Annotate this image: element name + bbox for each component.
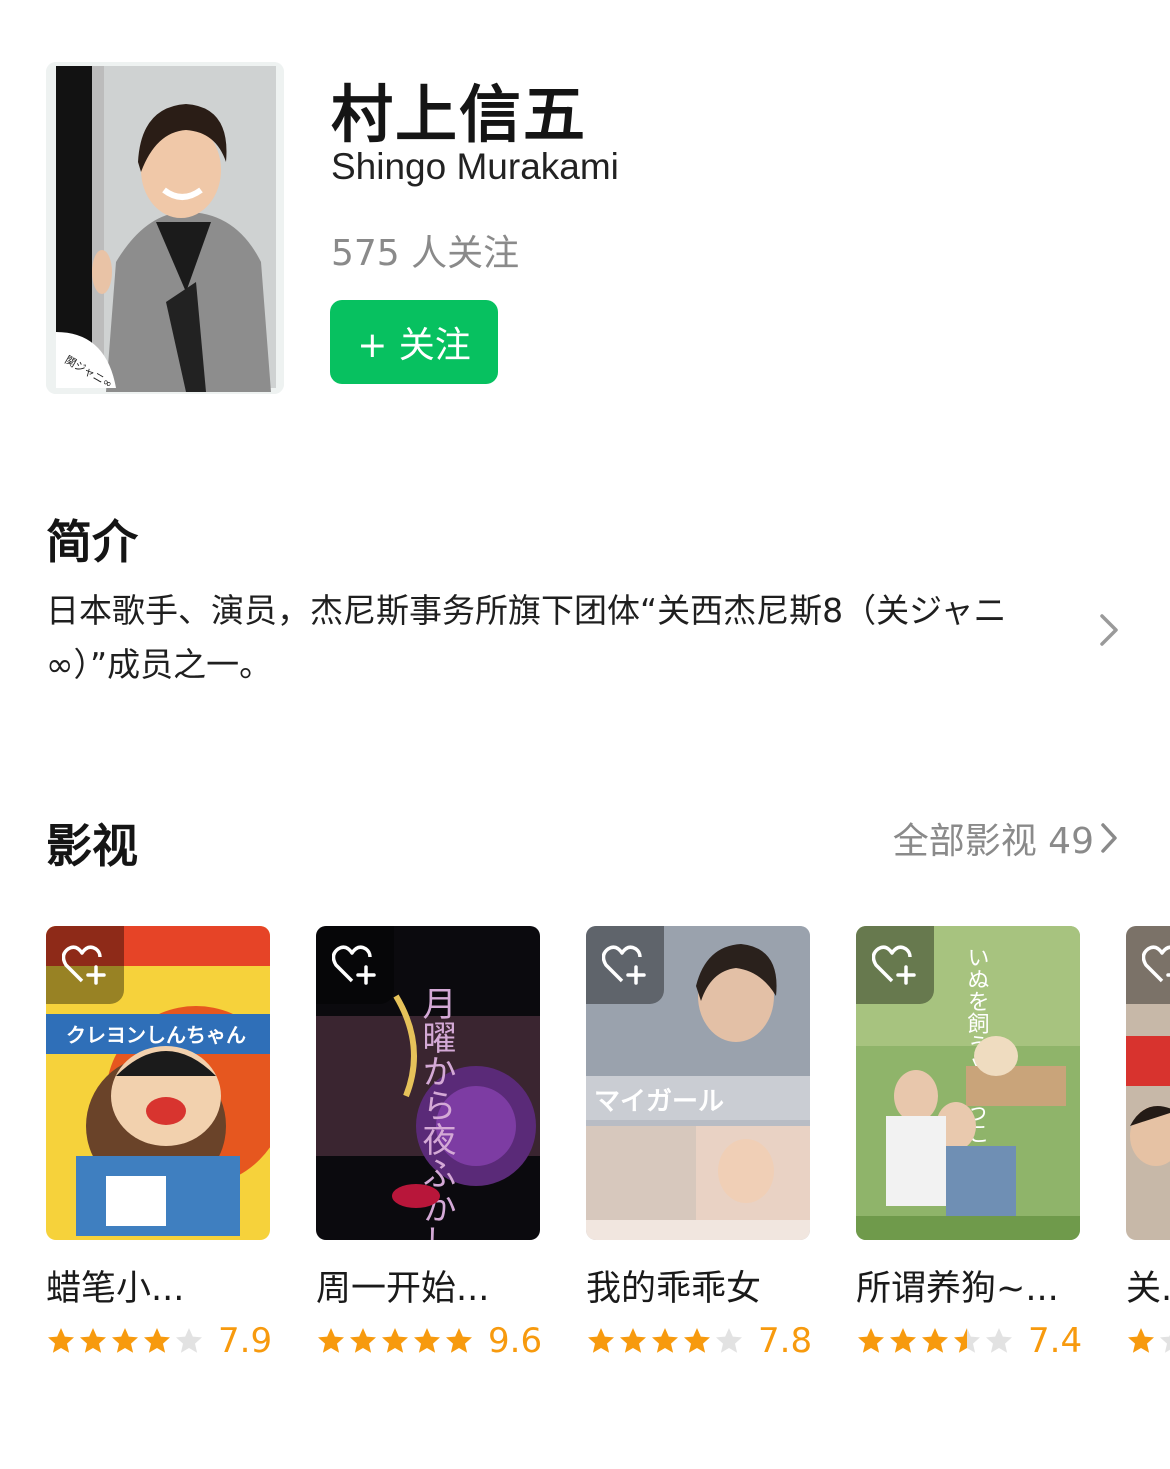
chevron-right-icon bbox=[1101, 823, 1117, 853]
movie-card[interactable]: クレヨンしんちゃん 蜡笔小... 7.9 bbox=[46, 926, 273, 1356]
movie-title: 周一开始... bbox=[316, 1269, 490, 1309]
star-rating bbox=[586, 1326, 744, 1356]
movie-score: 7.4 bbox=[1028, 1321, 1083, 1356]
star-icon bbox=[954, 1328, 980, 1353]
movie-rating bbox=[1126, 1321, 1170, 1356]
follower-count: 575 人关注 bbox=[331, 233, 520, 274]
movie-card[interactable]: マイガール 我的乖乖女 7.8 bbox=[586, 926, 813, 1356]
movie-title: 我的乖乖女 bbox=[586, 1269, 762, 1309]
movie-title: 所谓养狗~... bbox=[856, 1269, 1059, 1309]
movie-title: 蜡笔小... bbox=[46, 1269, 185, 1309]
wishlist-heart-plus-icon[interactable] bbox=[1126, 926, 1170, 1004]
star-icon bbox=[382, 1328, 408, 1353]
movie-poster: マイガール bbox=[586, 926, 810, 1240]
see-all-works-link[interactable]: 全部影视 49 bbox=[893, 812, 1118, 864]
star-icon bbox=[922, 1328, 948, 1353]
see-all-works-label: 全部影视 49 bbox=[892, 821, 1094, 862]
movie-score: 7.8 bbox=[758, 1321, 813, 1356]
poster-title-text: クレヨンしんちゃん bbox=[66, 1023, 246, 1047]
movie-card[interactable]: いぬを飼うということ 所谓养狗~... 7.4 bbox=[856, 926, 1083, 1356]
wishlist-heart-plus-icon[interactable] bbox=[316, 926, 394, 1004]
wishlist-heart-plus-icon[interactable] bbox=[856, 926, 934, 1004]
intro-heading: 简介 bbox=[46, 515, 138, 569]
chevron-right-icon[interactable] bbox=[1098, 612, 1120, 648]
star-icon bbox=[858, 1328, 884, 1353]
movie-poster: いぬを飼うということ bbox=[856, 926, 1080, 1240]
movie-poster: 月曜から夜ふかし bbox=[316, 926, 540, 1240]
movie-score: 9.6 bbox=[488, 1321, 543, 1356]
star-icon bbox=[620, 1328, 646, 1353]
star-icon bbox=[716, 1328, 742, 1353]
movie-rating: 7.8 bbox=[586, 1321, 813, 1356]
star-icon bbox=[1128, 1328, 1154, 1353]
star-icon bbox=[652, 1328, 678, 1353]
movie-rating: 7.9 bbox=[46, 1321, 273, 1356]
portrait-photo: 関ジャニ∞ bbox=[46, 62, 284, 394]
star-icon bbox=[588, 1328, 614, 1353]
star-icon bbox=[144, 1328, 170, 1353]
works-heading: 影视 bbox=[46, 819, 138, 873]
wishlist-heart-plus-icon[interactable] bbox=[586, 926, 664, 1004]
movie-score: 7.9 bbox=[218, 1321, 273, 1356]
person-name-english: Shingo Murakami bbox=[331, 146, 619, 187]
intro-text[interactable]: 日本歌手、演员，杰尼斯事务所旗下团体“关西杰尼斯8（关ジャニ∞）”成员之一。 bbox=[46, 584, 1076, 692]
poster-title-text: マイガール bbox=[594, 1087, 724, 1117]
movie-rating: 7.4 bbox=[856, 1321, 1083, 1356]
star-icon bbox=[1160, 1334, 1170, 1353]
star-icon bbox=[176, 1328, 202, 1353]
movie-card[interactable]: 关... bbox=[1126, 926, 1170, 1356]
star-rating bbox=[46, 1326, 204, 1356]
star-icon bbox=[414, 1328, 440, 1353]
wishlist-heart-plus-icon[interactable] bbox=[46, 926, 124, 1004]
person-name: 村上信五 bbox=[331, 78, 588, 151]
star-icon bbox=[318, 1328, 344, 1353]
star-icon bbox=[890, 1328, 916, 1353]
movie-poster bbox=[1126, 926, 1170, 1240]
star-icon bbox=[684, 1328, 710, 1353]
star-icon bbox=[112, 1328, 138, 1353]
follow-button[interactable]: + 关注 bbox=[330, 300, 498, 384]
movie-card[interactable]: 月曜から夜ふかし 周一开始... 9.6 bbox=[316, 926, 543, 1356]
movie-title: 关... bbox=[1126, 1269, 1170, 1309]
movie-rating: 9.6 bbox=[316, 1321, 543, 1356]
star-rating bbox=[316, 1326, 474, 1356]
star-icon bbox=[350, 1328, 376, 1353]
person-header: 関ジャニ∞ 村上信五 Shingo Murakami 575 人关注 + 关注 bbox=[0, 0, 1170, 420]
star-icon bbox=[446, 1328, 472, 1353]
star-rating bbox=[856, 1326, 1014, 1356]
star-icon bbox=[986, 1328, 1012, 1353]
star-icon bbox=[48, 1328, 74, 1353]
works-carousel[interactable]: クレヨンしんちゃん 蜡笔小... 7.9 月曜から夜ふかし 周一开始... 9.… bbox=[46, 926, 1170, 1356]
star-rating bbox=[1126, 1326, 1170, 1356]
movie-poster: クレヨンしんちゃん bbox=[46, 926, 270, 1240]
star-icon bbox=[80, 1328, 106, 1353]
